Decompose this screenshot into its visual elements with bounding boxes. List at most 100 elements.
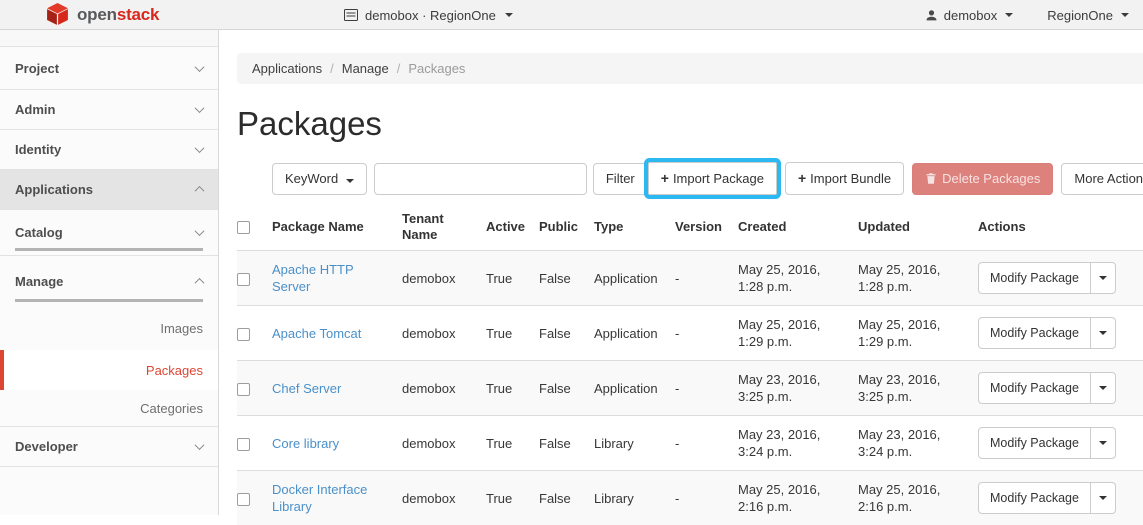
keyword-filter-dropdown[interactable]: KeyWord (272, 163, 367, 195)
import-package-button[interactable]: +Import Package (648, 162, 777, 195)
table-row: Apache Tomcat demobox True False Applica… (237, 306, 1143, 361)
user-menu-dropdown[interactable]: demobox (925, 8, 1013, 23)
row-actions-dropdown[interactable] (1090, 482, 1116, 514)
caret-down-icon (1099, 441, 1107, 445)
sidebar-item-packages[interactable]: Packages (0, 350, 218, 390)
package-name-link[interactable]: Chef Server (272, 381, 341, 396)
breadcrumb-separator: / (330, 61, 334, 76)
modify-package-button[interactable]: Modify Package (978, 427, 1091, 459)
sidebar-item-label: Identity (15, 142, 61, 157)
column-header-actions: Actions (978, 204, 1143, 251)
tenant-name-cell: demobox (402, 361, 486, 416)
sidebar-item-manage[interactable]: Manage (0, 256, 218, 306)
modify-package-button[interactable]: Modify Package (978, 372, 1091, 404)
breadcrumb-separator: / (397, 61, 401, 76)
public-cell: False (539, 416, 594, 471)
caret-down-icon (1121, 13, 1129, 17)
public-cell: False (539, 306, 594, 361)
sidebar-item-admin[interactable]: Admin (0, 90, 218, 130)
openstack-cube-icon (45, 3, 70, 26)
modify-package-button[interactable]: Modify Package (978, 262, 1091, 294)
sidebar-item-identity[interactable]: Identity (0, 130, 218, 170)
sidebar-item-images[interactable]: Images (0, 306, 218, 350)
modify-package-button[interactable]: Modify Package (978, 482, 1091, 514)
row-checkbox[interactable] (237, 438, 250, 451)
tenant-name-cell: demobox (402, 306, 486, 361)
version-cell: - (675, 361, 738, 416)
caret-down-icon (1099, 331, 1107, 335)
row-checkbox[interactable] (237, 328, 250, 341)
row-checkbox[interactable] (237, 273, 250, 286)
row-checkbox[interactable] (237, 383, 250, 396)
column-header-version: Version (675, 204, 738, 251)
chevron-down-icon (195, 440, 205, 450)
breadcrumb-manage[interactable]: Manage (342, 61, 389, 76)
updated-cell: May 25, 2016, 2:16 p.m. (858, 471, 978, 525)
package-name-link[interactable]: Apache Tomcat (272, 326, 361, 341)
version-cell: - (675, 251, 738, 306)
package-name-link[interactable]: Core library (272, 436, 339, 451)
sidebar-top-strip (0, 30, 218, 47)
version-cell: - (675, 306, 738, 361)
row-actions-dropdown[interactable] (1090, 262, 1116, 294)
sidebar-item-categories[interactable]: Categories (0, 390, 218, 427)
plus-icon: + (661, 170, 669, 186)
row-actions-dropdown[interactable] (1090, 427, 1116, 459)
column-header-package-name: Package Name (272, 204, 402, 251)
caret-down-icon (346, 179, 354, 183)
openstack-logo[interactable]: openstack (45, 3, 159, 26)
tenant-name-cell: demobox (402, 471, 486, 525)
created-cell: May 25, 2016, 2:16 p.m. (738, 471, 858, 525)
delete-packages-label: Delete Packages (942, 170, 1040, 188)
context-switcher-dropdown[interactable]: demobox · RegionOne (344, 0, 513, 30)
sidebar-item-label: Packages (146, 363, 203, 378)
chevron-down-icon (195, 103, 205, 113)
chevron-down-icon (195, 62, 205, 72)
delete-packages-button[interactable]: Delete Packages (912, 163, 1053, 195)
top-navbar: openstack demobox · RegionOne demobox Re… (0, 0, 1143, 30)
filter-button[interactable]: Filter (593, 163, 648, 195)
table-row: Apache HTTP Server demobox True False Ap… (237, 251, 1143, 306)
table-row: Core library demobox True False Library … (237, 416, 1143, 471)
filter-input[interactable] (374, 163, 587, 195)
updated-cell: May 23, 2016, 3:25 p.m. (858, 361, 978, 416)
caret-down-icon (505, 13, 513, 17)
sidebar-item-catalog[interactable]: Catalog (0, 210, 218, 256)
package-name-link[interactable]: Docker Interface Library (272, 482, 367, 514)
filter-button-label: Filter (606, 171, 635, 186)
type-cell: Application (594, 361, 675, 416)
select-all-checkbox[interactable] (237, 221, 250, 234)
modify-package-button[interactable]: Modify Package (978, 317, 1091, 349)
table-toolbar: KeyWord Filter +Import Package +Import B… (237, 162, 1143, 195)
tenant-name-cell: demobox (402, 251, 486, 306)
breadcrumb-applications[interactable]: Applications (252, 61, 322, 76)
import-bundle-button[interactable]: +Import Bundle (785, 162, 904, 195)
type-cell: Application (594, 306, 675, 361)
region-menu-dropdown[interactable]: RegionOne (1047, 8, 1129, 23)
more-actions-dropdown[interactable]: More Actions (1061, 163, 1143, 195)
created-cell: May 23, 2016, 3:25 p.m. (738, 361, 858, 416)
user-icon (925, 9, 938, 22)
sidebar-item-applications[interactable]: Applications (0, 170, 218, 210)
brand-open: open (77, 5, 117, 24)
row-actions-dropdown[interactable] (1090, 372, 1116, 404)
table-row: Chef Server demobox True False Applicati… (237, 361, 1143, 416)
updated-cell: May 25, 2016, 1:29 p.m. (858, 306, 978, 361)
plus-icon: + (798, 170, 806, 186)
table-header-row: Package Name Tenant Name Active Public T… (237, 204, 1143, 251)
row-checkbox[interactable] (237, 493, 250, 506)
page-title: Packages (237, 105, 1143, 143)
user-menu-label: demobox (944, 8, 997, 23)
table-row: Docker Interface Library demobox True Fa… (237, 471, 1143, 525)
active-cell: True (486, 416, 539, 471)
row-actions-dropdown[interactable] (1090, 317, 1116, 349)
column-header-public: Public (539, 204, 594, 251)
sidebar-item-label: Categories (140, 401, 203, 416)
sidebar-item-label: Manage (15, 274, 63, 289)
public-cell: False (539, 471, 594, 525)
package-name-link[interactable]: Apache HTTP Server (272, 262, 353, 294)
sidebar-item-developer[interactable]: Developer (0, 427, 218, 467)
public-cell: False (539, 251, 594, 306)
chevron-up-icon (195, 186, 205, 196)
sidebar-item-project[interactable]: Project (0, 47, 218, 90)
